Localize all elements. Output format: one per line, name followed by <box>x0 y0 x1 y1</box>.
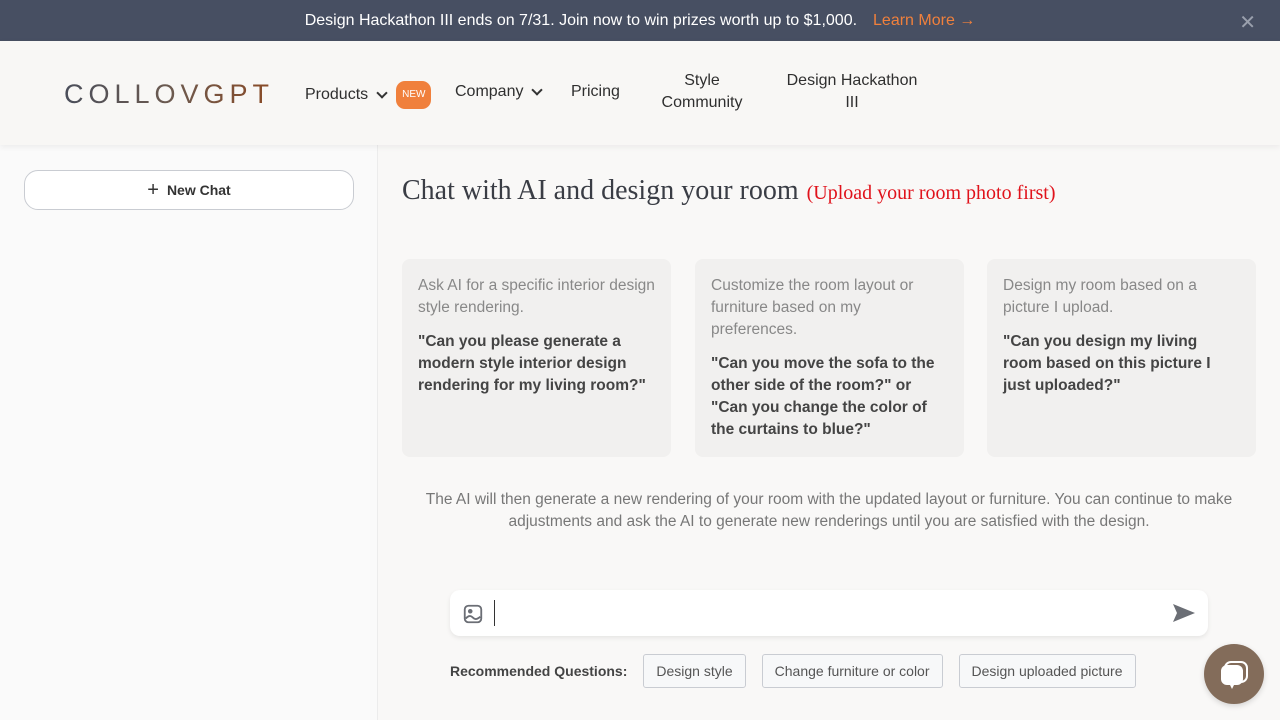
plus-icon: + <box>147 178 159 201</box>
card-description: Customize the room layout or furniture b… <box>711 277 914 338</box>
chevron-down-icon <box>376 87 388 99</box>
send-icon[interactable] <box>1172 603 1196 623</box>
chat-input-box <box>450 590 1208 636</box>
nav-products-label: Products <box>305 86 369 103</box>
card-question: "Can you move the sofa to the other side… <box>711 355 935 438</box>
chip-change-furniture[interactable]: Change furniture or color <box>761 654 943 688</box>
new-chat-label: New Chat <box>166 182 231 198</box>
chip-design-style[interactable]: Design style <box>643 654 746 688</box>
support-chat-button[interactable] <box>1204 644 1264 704</box>
main-content: Chat with AI and design your room (Upload… <box>379 145 1280 720</box>
nav-company-label: Company <box>455 83 524 100</box>
page-title: Chat with AI and design your room (Upload… <box>402 175 1055 207</box>
new-chat-button[interactable]: + New Chat <box>24 170 354 210</box>
card-question: "Can you design my living room based on … <box>1003 333 1211 394</box>
learn-more-link[interactable]: Learn More → <box>873 12 975 30</box>
logo[interactable]: COLLOVGPT <box>64 79 274 110</box>
chip-design-uploaded[interactable]: Design uploaded picture <box>958 654 1136 688</box>
chevron-down-icon <box>531 84 544 96</box>
card-question: "Can you please generate a modern style … <box>418 333 646 394</box>
nav-company[interactable]: Company <box>455 81 544 103</box>
card-description: Ask AI for a specific interior design st… <box>418 277 655 316</box>
announcement-banner: Design Hackathon III ends on 7/31. Join … <box>0 0 1280 41</box>
page-subtitle: (Upload your room photo first) <box>806 182 1056 204</box>
sidebar: + New Chat <box>0 145 378 720</box>
info-text: The AI will then generate a new renderin… <box>425 491 1233 530</box>
top-nav: COLLOVGPT Products NEW Company Pricing S… <box>0 41 1280 145</box>
card-description: Design my room based on a picture I uplo… <box>1003 277 1197 316</box>
example-card-upload[interactable]: Design my room based on a picture I uplo… <box>987 259 1256 457</box>
banner-message: Design Hackathon III ends on 7/31. Join … <box>304 11 858 29</box>
close-icon[interactable]: ✕ <box>1239 10 1256 35</box>
nav-pricing[interactable]: Pricing <box>571 81 620 103</box>
recommended-questions: Recommended Questions: Design style Chan… <box>450 654 1152 688</box>
example-card-layout[interactable]: Customize the room layout or furniture b… <box>695 259 964 457</box>
image-upload-icon[interactable] <box>462 603 484 625</box>
chat-bubble-icon <box>1221 661 1248 689</box>
nav-style-community[interactable]: Style Community <box>652 70 752 114</box>
page-title-text: Chat with AI and design your room <box>402 175 799 206</box>
nav-products[interactable]: Products NEW <box>305 81 432 109</box>
nav-design-hackathon[interactable]: Design Hackathon III <box>782 70 922 114</box>
example-card-style[interactable]: Ask AI for a specific interior design st… <box>402 259 671 457</box>
recommended-label: Recommended Questions: <box>450 663 628 679</box>
new-badge: NEW <box>396 81 432 109</box>
chat-input[interactable] <box>494 600 1154 626</box>
